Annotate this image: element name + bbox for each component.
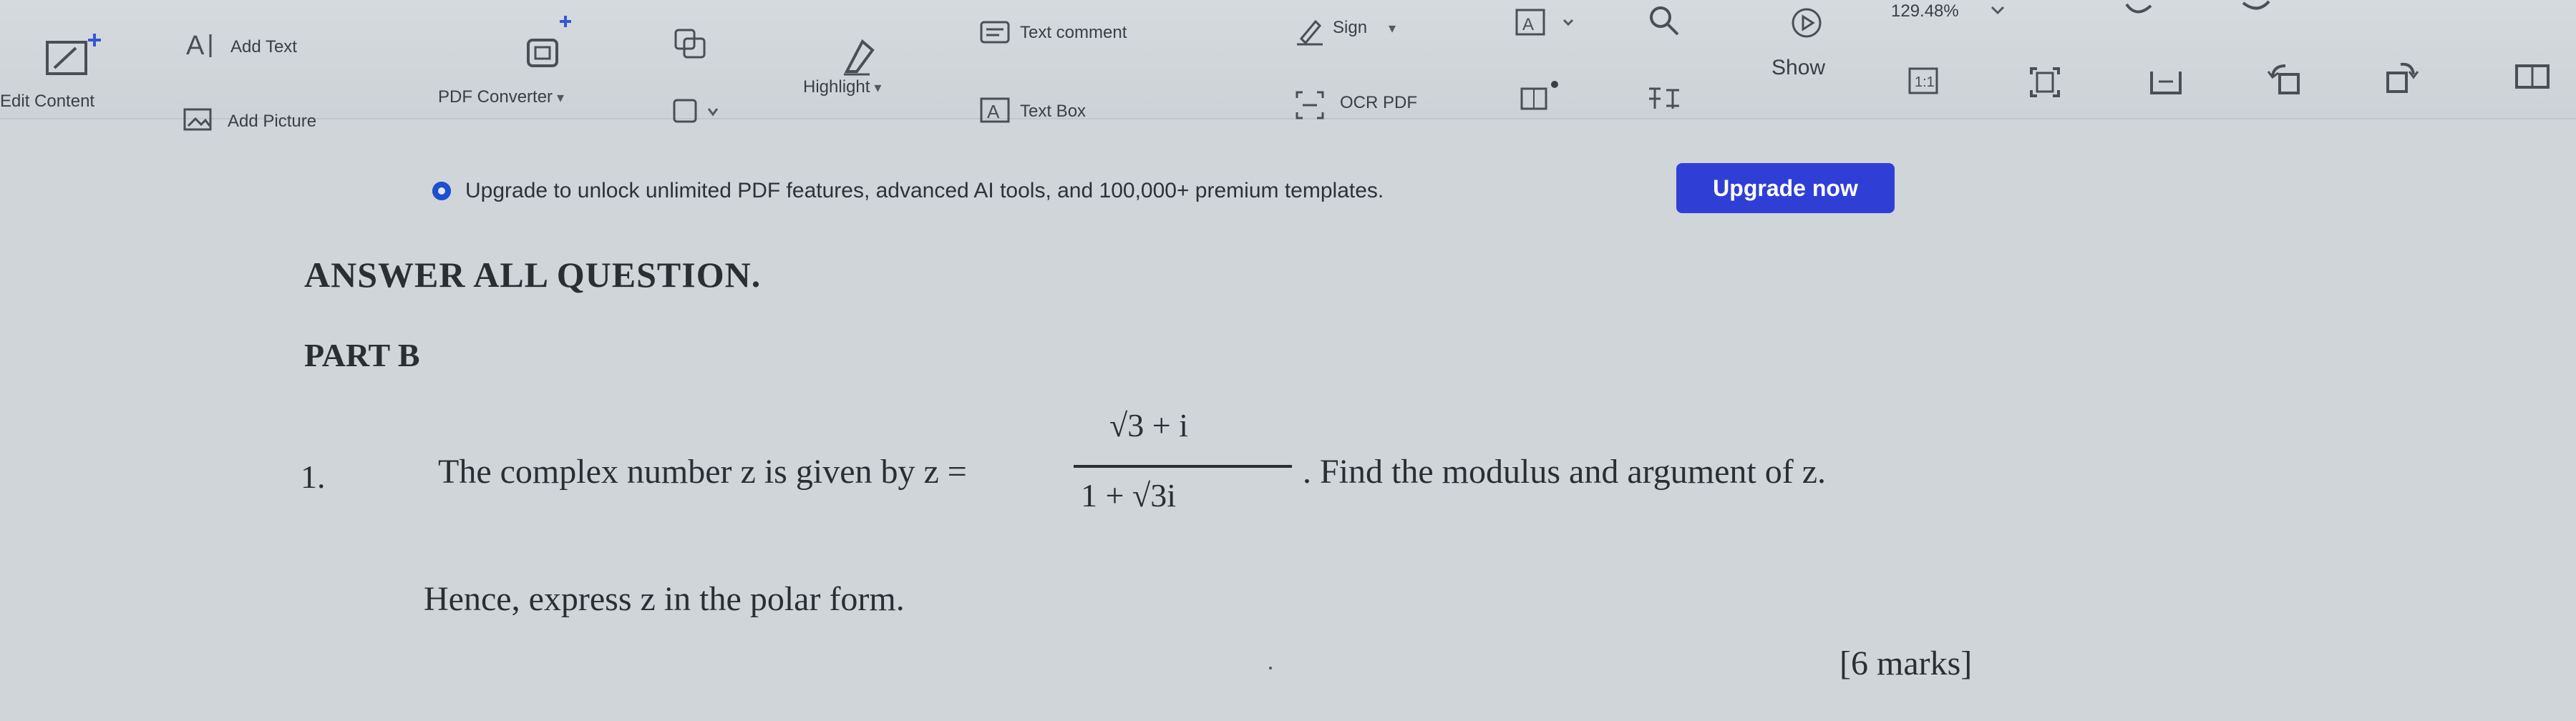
pdf-converter-text: PDF Converter xyxy=(438,87,553,107)
rotate-right-icon[interactable] xyxy=(2383,59,2422,97)
pdf-converter-icon[interactable] xyxy=(523,14,587,72)
speck-mark xyxy=(1269,667,1272,670)
rotate-left-icon[interactable] xyxy=(2265,62,2304,97)
marks-label: [6 marks] xyxy=(1839,644,1973,682)
svg-text:A: A xyxy=(987,101,1000,122)
convert-icon[interactable] xyxy=(673,27,709,62)
fraction: √3 + i 1 + √3i xyxy=(1074,399,1292,535)
edit-content-icon[interactable] xyxy=(43,32,107,82)
chevron-down-icon: ▾ xyxy=(557,90,565,106)
toolbar: Edit Content A Add Text Add Picture PDF … xyxy=(0,0,2576,131)
chevron-down-icon: ▾ xyxy=(1389,21,1396,36)
highlight-text: Highlight xyxy=(803,77,870,97)
part-heading: PART B xyxy=(304,337,420,373)
hence-text: Hence, express z in the polar form. xyxy=(424,580,905,618)
add-picture-icon[interactable] xyxy=(183,107,214,133)
show-label[interactable]: Show xyxy=(1771,56,1825,80)
document-heading: ANSWER ALL QUESTION. xyxy=(304,255,762,295)
sign-text: Sign xyxy=(1333,18,1368,37)
ocr-pdf-label[interactable]: OCR PDF xyxy=(1340,93,1417,113)
banner-message: Upgrade to unlock unlimited PDF features… xyxy=(465,179,1384,202)
add-picture-label[interactable]: Add Picture xyxy=(228,112,316,132)
text-comment-icon[interactable] xyxy=(979,20,1011,46)
chevron-down-icon: ▾ xyxy=(874,80,882,96)
fraction-denominator: 1 + √3i xyxy=(1081,477,1176,514)
text-box-icon[interactable]: A xyxy=(979,97,1011,125)
pdf-converter-label[interactable]: PDF Converter ▾ xyxy=(438,87,564,107)
zoom-in-icon[interactable] xyxy=(2239,0,2275,21)
book-view-icon[interactable] xyxy=(2514,63,2554,92)
question-number: 1. xyxy=(301,458,326,495)
highlight-icon[interactable] xyxy=(841,34,884,77)
fit-width-icon[interactable] xyxy=(2147,67,2186,99)
fit-page-icon[interactable] xyxy=(2027,64,2063,100)
translate-icon[interactable] xyxy=(1646,84,1682,113)
zoom-out-icon[interactable] xyxy=(2122,0,2158,21)
edit-content-label[interactable]: Edit Content xyxy=(0,92,94,112)
fraction-numerator: √3 + i xyxy=(1109,407,1188,443)
sign-label[interactable]: Sign ▾ xyxy=(1333,18,1396,38)
info-icon xyxy=(432,182,451,200)
fraction-bar xyxy=(1074,465,1292,468)
question-text: The complex number z is given by z = xyxy=(438,453,967,491)
svg-text:A: A xyxy=(1522,15,1534,34)
search-icon[interactable] xyxy=(1646,3,1682,39)
add-text-label[interactable]: Add Text xyxy=(230,37,297,57)
text-box-label[interactable]: Text Box xyxy=(1020,102,1086,122)
ocr-icon[interactable] xyxy=(1294,89,1326,121)
form-field-icon[interactable]: A xyxy=(1514,7,1600,39)
text-comment-label[interactable]: Text comment xyxy=(1020,23,1127,43)
svg-text:1:1: 1:1 xyxy=(1915,74,1935,90)
add-text-icon[interactable]: A xyxy=(185,29,220,60)
highlight-label[interactable]: Highlight ▾ xyxy=(803,77,881,97)
zoom-dropdown-icon[interactable] xyxy=(1986,3,2015,20)
svg-text:A: A xyxy=(186,31,205,60)
actual-size-icon[interactable]: 1:1 xyxy=(1907,64,1941,99)
play-icon[interactable] xyxy=(1789,6,1824,40)
compare-icon[interactable] xyxy=(1519,79,1562,114)
sign-icon[interactable] xyxy=(1294,16,1326,47)
question-text-continued: . Find the modulus and argument of z. xyxy=(1303,453,1827,491)
zoom-value[interactable]: 129.48% xyxy=(1891,1,1959,21)
upgrade-now-button[interactable]: Upgrade now xyxy=(1676,163,1895,213)
page-tool-icon[interactable] xyxy=(673,97,723,126)
